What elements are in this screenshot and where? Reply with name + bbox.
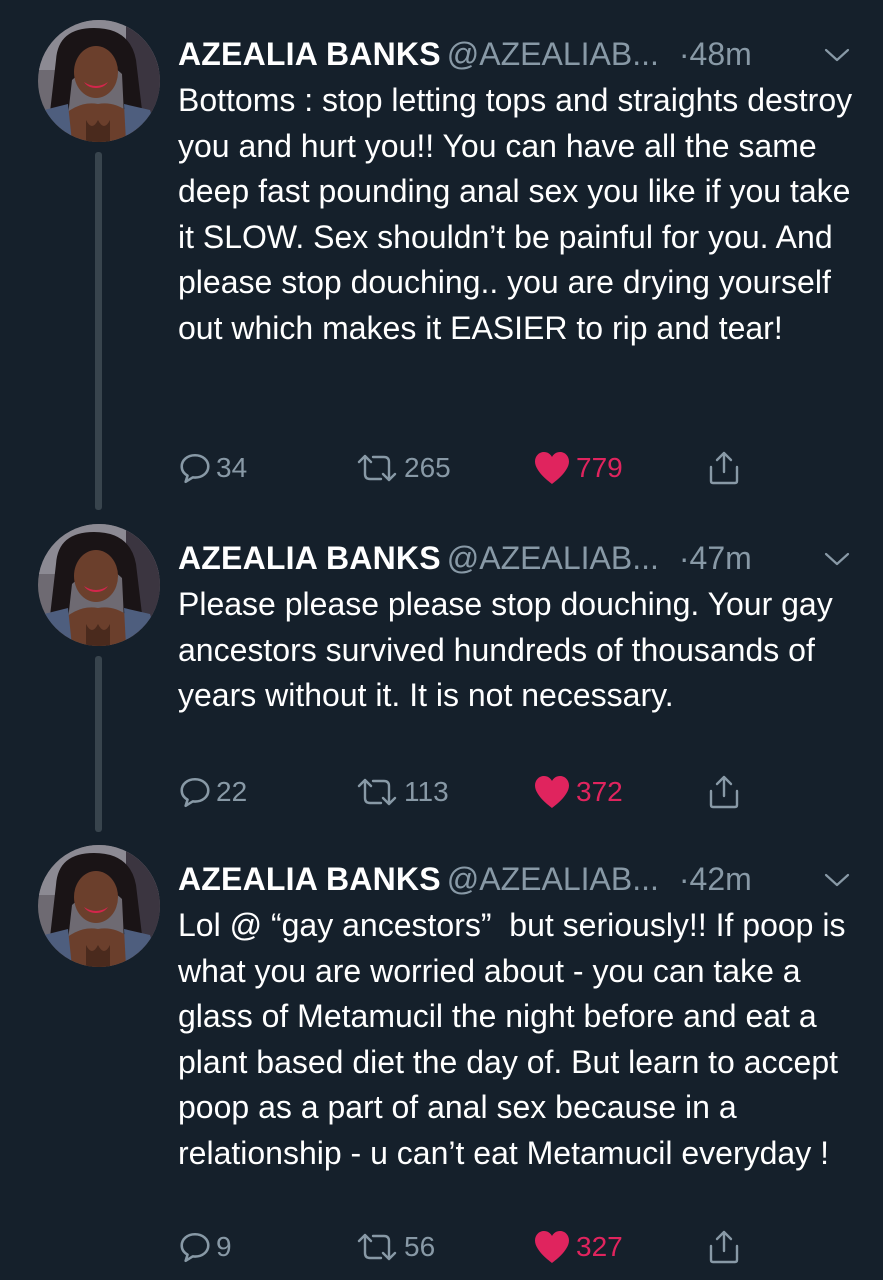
reply-button[interactable]: 9 [178,1227,232,1267]
separator-dot: · [678,36,690,72]
like-button[interactable]: 372 [532,772,623,812]
comment-bubble-icon [178,1230,212,1264]
share-button[interactable] [706,1227,742,1267]
like-count: 372 [576,776,623,807]
share-upload-icon [706,774,742,810]
reply-count: 22 [216,776,248,807]
retweet-button[interactable]: 265 [354,448,451,488]
chevron-down-icon [824,47,850,63]
tweet-2[interactable]: AZEALIA BANKS @AZEALIAB... ·47m Please ple… [0,524,883,824]
author-handle[interactable]: @AZEALIAB... [447,36,659,72]
tweet-menu-button[interactable] [824,871,850,889]
share-button[interactable] [706,772,742,812]
tweet-actions: 22 113 372 [178,772,798,812]
avatar[interactable] [38,524,160,646]
share-upload-icon [706,1229,742,1265]
retweet-count: 113 [404,776,449,807]
tweet-3[interactable]: AZEALIA BANKS @AZEALIAB... ·42m Lol @ “gay… [0,845,883,1275]
tweet-text: Please please please stop douching. Your… [178,586,842,713]
retweet-arrows-icon [354,776,400,808]
tweet-menu-button[interactable] [824,46,850,64]
comment-bubble-icon [178,775,212,809]
reply-button[interactable]: 34 [178,448,247,488]
retweet-button[interactable]: 56 [354,1227,435,1267]
tweet-actions: 34 265 779 [178,448,798,488]
retweet-arrows-icon [354,452,400,484]
tweet-actions: 9 56 327 [178,1227,798,1267]
chevron-down-icon [824,872,850,888]
reply-button[interactable]: 22 [178,772,247,812]
author-handle[interactable]: @AZEALIAB... [447,861,659,897]
tweet-timestamp[interactable]: 42m [690,861,752,897]
profile-photo-icon [38,20,160,142]
tweet-text: Bottoms : stop letting tops and straight… [178,82,862,346]
author-name[interactable]: AZEALIA BANKS [178,540,441,576]
retweet-count: 265 [404,452,451,483]
tweet-timestamp[interactable]: 48m [690,36,752,72]
profile-photo-icon [38,524,160,646]
like-button[interactable]: 779 [532,448,623,488]
comment-bubble-icon [178,451,212,485]
reply-count: 34 [216,452,248,483]
like-count: 779 [576,452,623,483]
separator-dot: · [678,540,690,576]
author-name[interactable]: AZEALIA BANKS [178,861,441,897]
share-button[interactable] [706,448,742,488]
reply-count: 9 [216,1231,232,1262]
tweet-timestamp[interactable]: 47m [690,540,752,576]
separator-dot: · [678,861,690,897]
profile-photo-icon [38,845,160,967]
tweet-1[interactable]: AZEALIA BANKS @AZEALIAB... ·48m Bottoms : … [0,20,883,500]
retweet-arrows-icon [354,1231,400,1263]
avatar[interactable] [38,845,160,967]
chevron-down-icon [824,551,850,567]
heart-filled-icon [532,450,572,486]
retweet-button[interactable]: 113 [354,772,449,812]
tweet-header: AZEALIA BANKS @AZEALIAB... ·47m [178,538,858,578]
author-name[interactable]: AZEALIA BANKS [178,36,441,72]
author-handle[interactable]: @AZEALIAB... [447,540,659,576]
tweet-menu-button[interactable] [824,550,850,568]
retweet-count: 56 [404,1231,436,1262]
share-upload-icon [706,450,742,486]
tweet-text: Lol @ “gay ancestors” but seriously!! If… [178,907,855,1171]
heart-filled-icon [532,1229,572,1265]
heart-filled-icon [532,774,572,810]
tweet-header: AZEALIA BANKS @AZEALIAB... ·42m [178,859,858,899]
avatar[interactable] [38,20,160,142]
like-count: 327 [576,1231,623,1262]
tweet-header: AZEALIA BANKS @AZEALIAB... ·48m [178,34,858,74]
like-button[interactable]: 327 [532,1227,623,1267]
